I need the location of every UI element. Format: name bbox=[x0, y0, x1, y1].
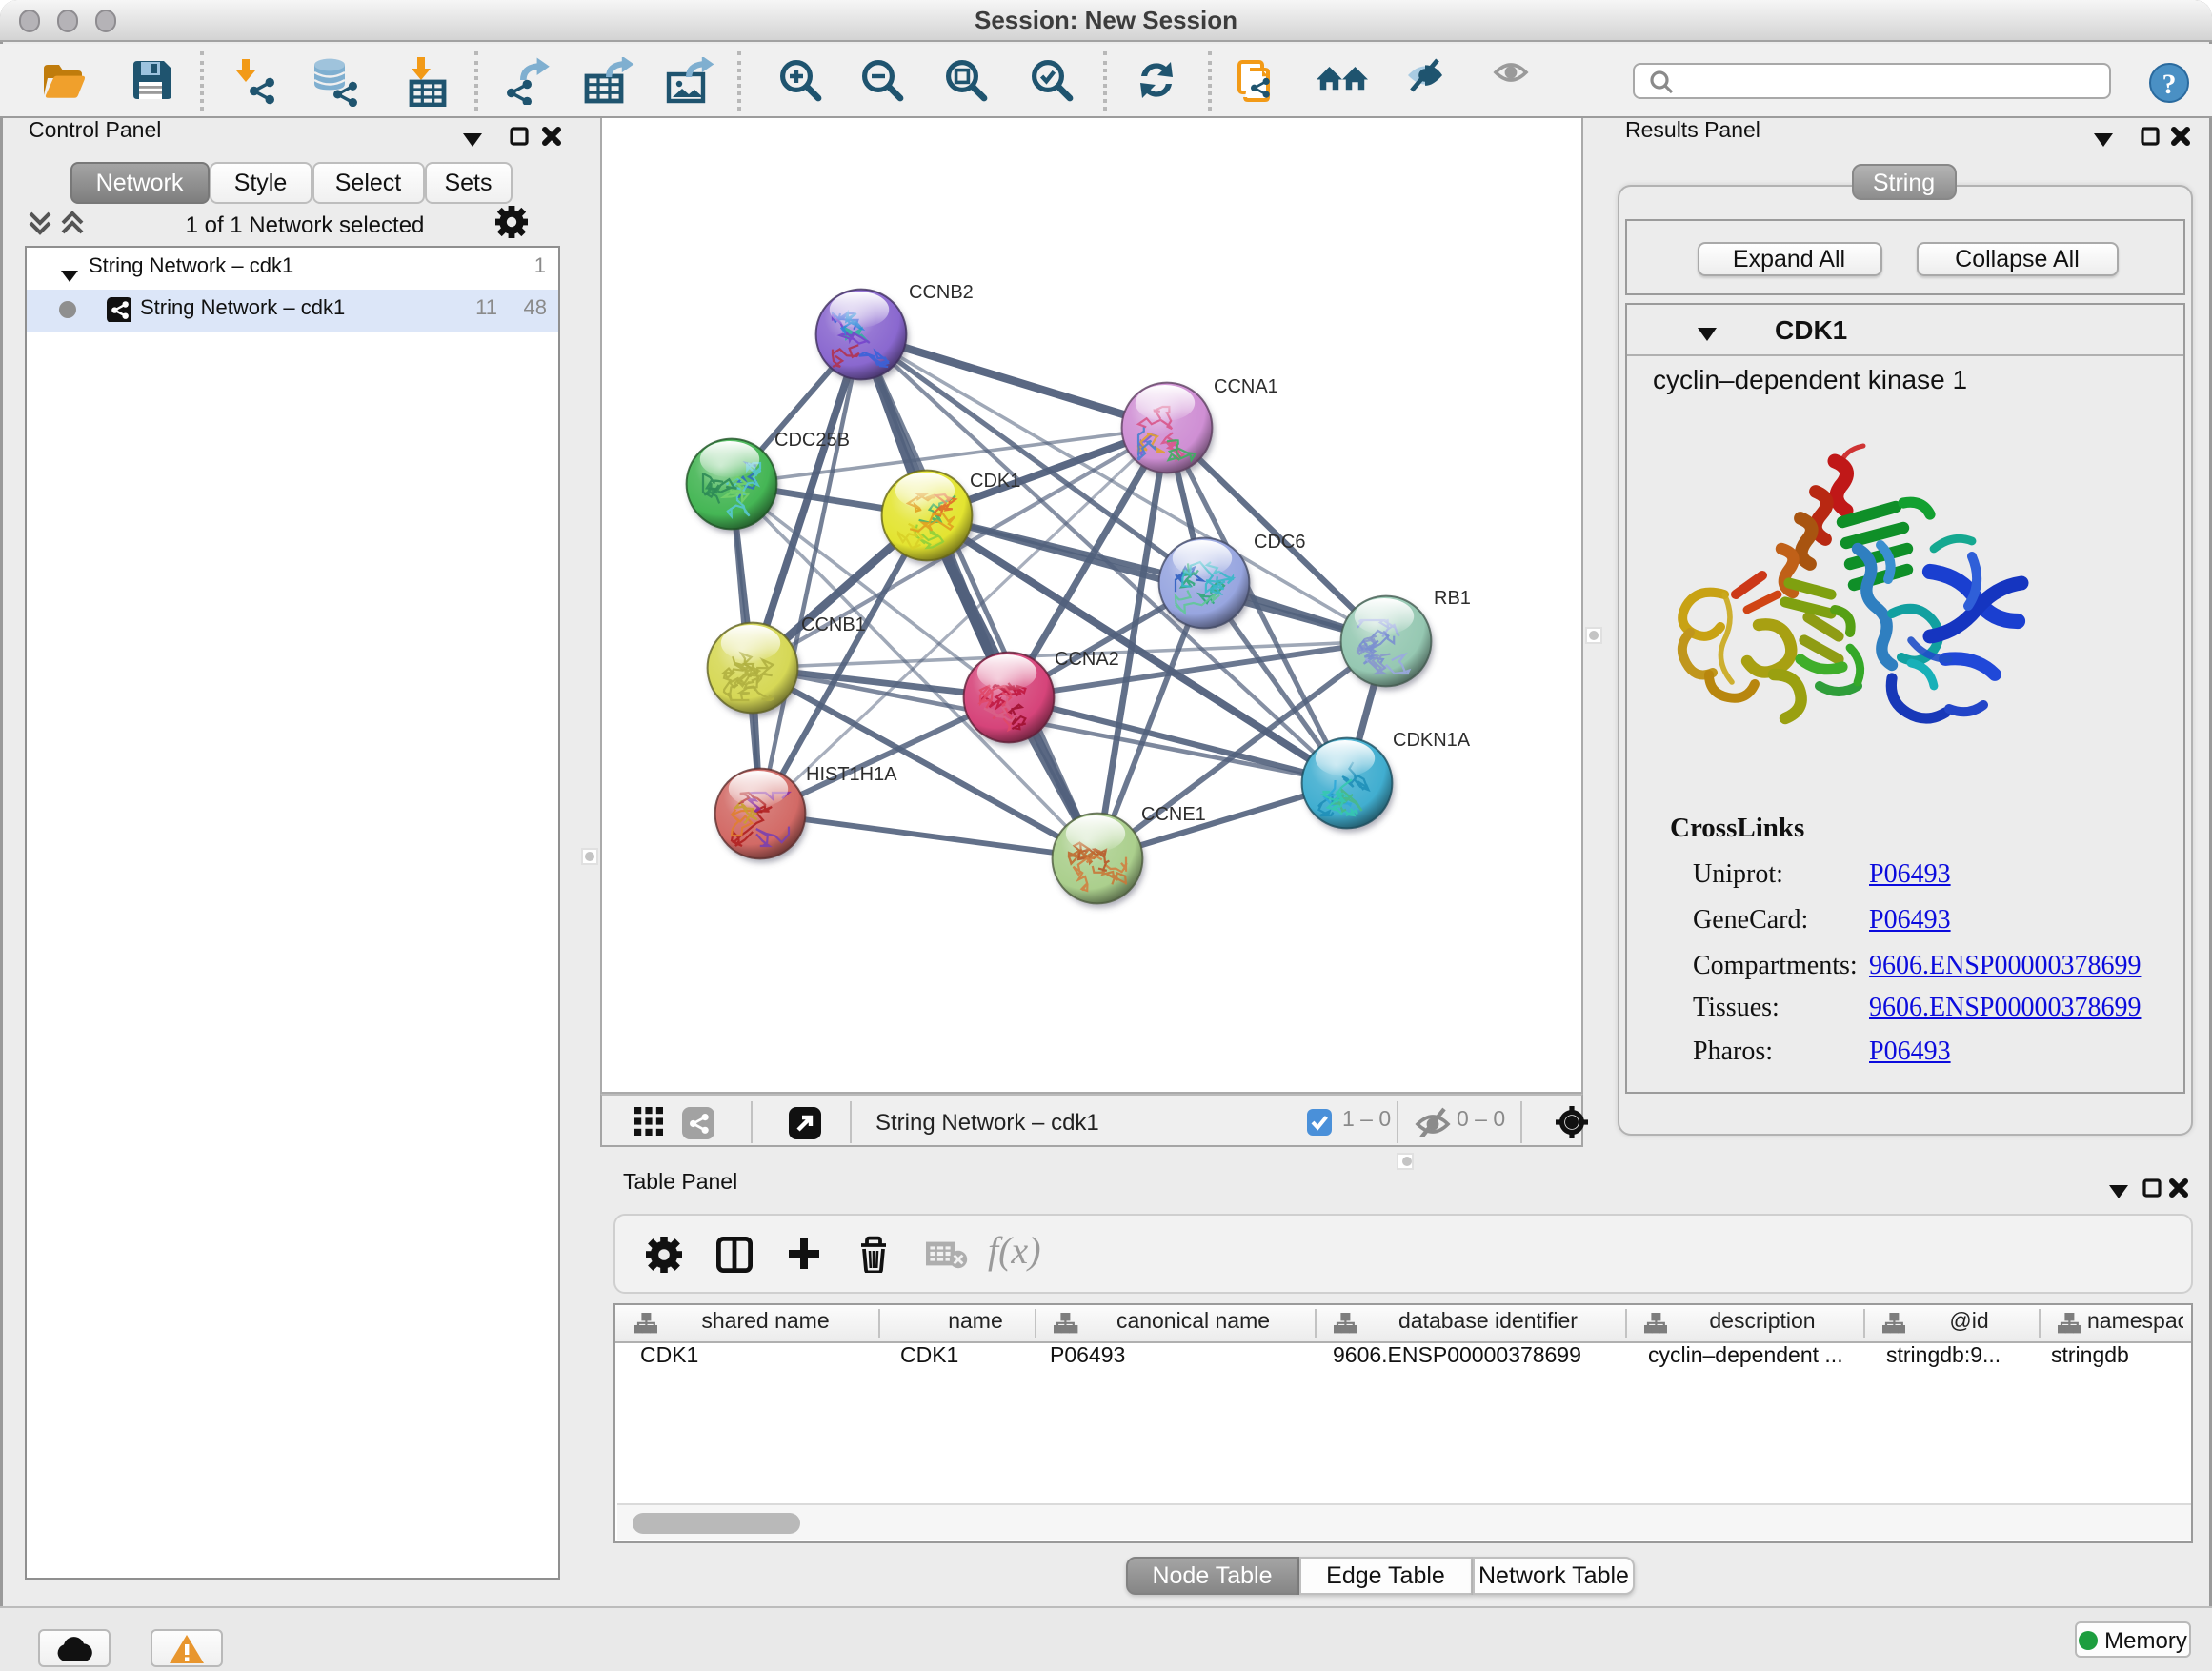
svg-text:CDC6: CDC6 bbox=[1253, 531, 1304, 552]
svg-text:CCNB1: CCNB1 bbox=[800, 614, 865, 634]
svg-text:HIST1H1A: HIST1H1A bbox=[805, 763, 896, 784]
svg-text:CDC25B: CDC25B bbox=[774, 429, 849, 450]
svg-text:CCNE1: CCNE1 bbox=[1140, 803, 1205, 824]
svg-text:CDKN1A: CDKN1A bbox=[1392, 729, 1470, 750]
svg-text:CCNA2: CCNA2 bbox=[1054, 648, 1118, 669]
svg-text:CDK1: CDK1 bbox=[969, 470, 1019, 491]
svg-text:?: ? bbox=[2162, 68, 2177, 99]
svg-text:CCNB2: CCNB2 bbox=[908, 281, 973, 302]
svg-text:RB1: RB1 bbox=[1433, 587, 1470, 608]
svg-text:CCNA1: CCNA1 bbox=[1213, 375, 1277, 396]
